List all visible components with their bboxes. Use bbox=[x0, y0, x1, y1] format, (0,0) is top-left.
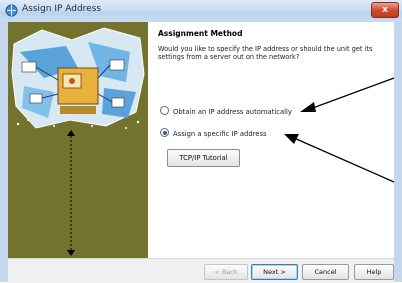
network-app-icon bbox=[5, 4, 18, 17]
page-title: Assignment Method bbox=[158, 29, 243, 38]
cancel-button[interactable]: Cancel bbox=[302, 264, 349, 280]
callout-arrow-icon bbox=[284, 134, 394, 183]
button-bar: < Back Next > Cancel Help bbox=[8, 258, 394, 283]
obtain-automatically-label: Obtain an IP address automatically bbox=[173, 108, 292, 116]
obtain-automatically-option[interactable]: Obtain an IP address automatically bbox=[160, 106, 292, 116]
window-title: Assign IP Address bbox=[22, 4, 102, 14]
help-button[interactable]: Help bbox=[354, 264, 394, 280]
assign-specific-label: Assign a specific IP address bbox=[173, 130, 267, 138]
radio-button[interactable] bbox=[160, 106, 169, 115]
back-button[interactable]: < Back bbox=[204, 264, 248, 280]
next-button[interactable]: Next > bbox=[251, 264, 298, 280]
dialog-client-area: Assignment Method Would you like to spec… bbox=[8, 22, 394, 283]
window-frame-right bbox=[394, 22, 402, 282]
assign-specific-option[interactable]: Assign a specific IP address bbox=[160, 128, 267, 138]
callout-arrow-icon bbox=[300, 77, 394, 112]
down-arrow-icon bbox=[67, 130, 75, 256]
radio-button-selected[interactable] bbox=[160, 128, 169, 137]
tcpip-tutorial-button[interactable]: TCP/IP Tutorial bbox=[167, 149, 240, 167]
window-frame-left bbox=[0, 22, 8, 282]
assignment-question: Would you like to specify the IP address… bbox=[158, 45, 373, 62]
close-button[interactable]: x bbox=[371, 2, 399, 18]
title-bar: Assign IP Address x bbox=[0, 0, 402, 23]
network-illustration-icon bbox=[8, 22, 148, 132]
wizard-side-panel bbox=[8, 22, 148, 258]
